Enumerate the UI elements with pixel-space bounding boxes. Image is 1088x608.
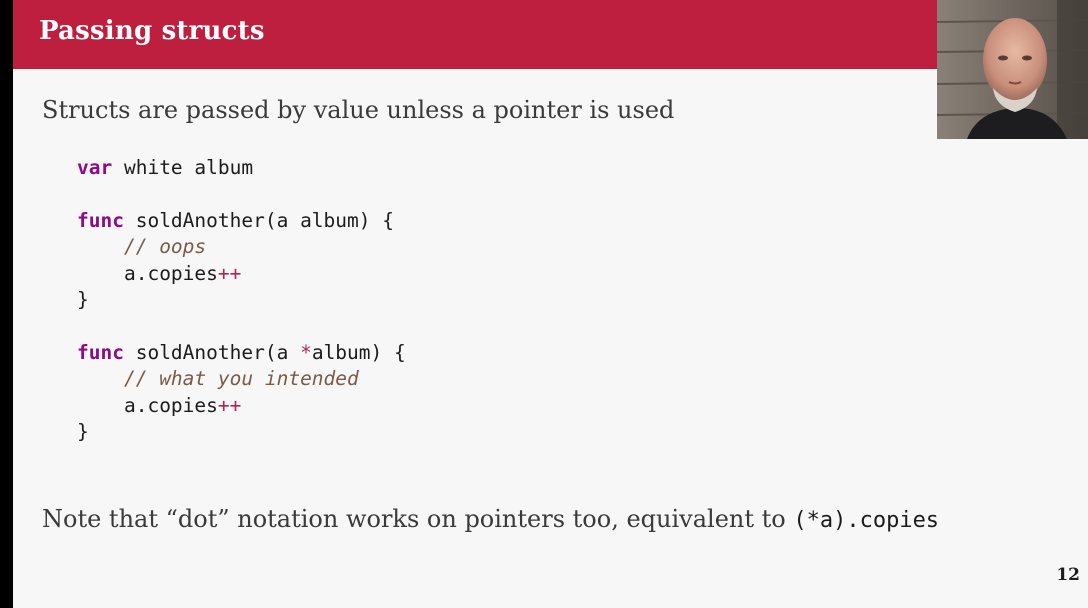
- slide-title: Passing structs: [39, 16, 265, 46]
- code-operator: ++: [217, 261, 242, 285]
- lead-text: Structs are passed by value unless a poi…: [42, 96, 675, 124]
- page-number: 12: [1056, 565, 1080, 585]
- code-text: }: [77, 419, 89, 443]
- code-text: a.copies: [123, 261, 218, 285]
- note-code: (*a).copies: [793, 508, 940, 533]
- code-operator: ++: [217, 393, 242, 417]
- code-text: a.copies: [123, 393, 218, 417]
- code-line: func soldAnother(a *album) {: [77, 340, 406, 366]
- code-block: var white album func soldAnother(a album…: [77, 155, 406, 445]
- code-line: var white album: [77, 155, 406, 181]
- code-comment: // oops: [123, 235, 207, 259]
- note-text: Note that “dot” notation works on pointe…: [42, 505, 939, 533]
- code-line: a.copies++: [77, 261, 406, 287]
- code-text: }: [77, 287, 89, 311]
- code-line: }: [77, 419, 406, 445]
- code-keyword: var: [77, 156, 113, 179]
- code-keyword: func: [77, 340, 124, 364]
- code-text: soldAnother(a album) {: [123, 208, 394, 232]
- code-line: func soldAnother(a album) {: [77, 208, 406, 234]
- webcam-video: [937, 0, 1088, 139]
- code-text: soldAnother(a: [123, 340, 301, 364]
- note-prose: Note that “dot” notation works on pointe…: [42, 505, 794, 533]
- code-text: album) {: [311, 340, 406, 364]
- code-operator: *: [300, 340, 312, 364]
- title-bar: Passing structs: [13, 0, 1088, 69]
- presenter-image: [937, 0, 1088, 139]
- code-line: // what you intended: [77, 366, 406, 392]
- code-keyword: func: [77, 208, 124, 232]
- code-line: }: [77, 287, 406, 313]
- code-text: white album: [112, 156, 254, 179]
- slide: Passing structs Structs are passed by va…: [13, 0, 1088, 608]
- code-comment: // what you intended: [123, 367, 359, 391]
- code-line: // oops: [77, 234, 406, 260]
- code-line: a.copies++: [77, 393, 406, 419]
